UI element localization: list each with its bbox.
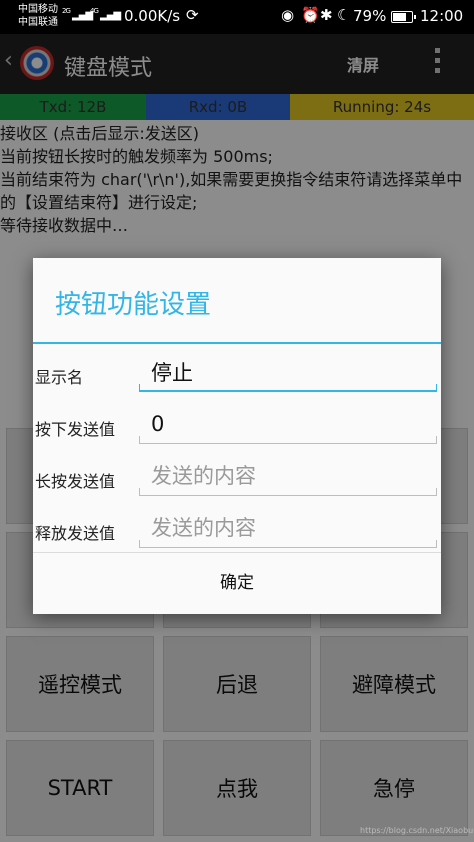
long-press-value-label: 长按发送值: [35, 472, 116, 491]
sync-icon: ⟳: [186, 6, 199, 24]
eye-icon: ◉: [281, 6, 295, 24]
dialog-title: 按钮功能设置: [55, 290, 212, 320]
signal-icon-2: ▂▄▆: [100, 10, 121, 21]
confirm-button[interactable]: 确定: [33, 553, 441, 613]
watermark: https://blog.csdn.net/Xiaobu0222: [360, 826, 474, 835]
clock: 12:00: [420, 7, 464, 25]
press-value-underline: [139, 436, 437, 444]
carrier-labels: 中国移动 中国联通: [18, 3, 58, 29]
alarm-icon: ⏰: [301, 6, 320, 24]
carrier-2: 中国联通: [18, 17, 58, 28]
moon-icon: ☾: [337, 6, 351, 24]
net-type-2: 4G: [90, 7, 99, 15]
battery-percent: 79%: [353, 7, 387, 25]
network-speed: 0.00K/s: [124, 7, 181, 25]
net-type-1: 2G: [62, 7, 71, 15]
status-bar: 中国移动 中国联通 2G ▂▄▆ 4G ▂▄▆ 0.00K/s ⟳ ◉ ⏰ ✱ …: [0, 0, 474, 34]
long-press-value-underline: [139, 488, 437, 496]
display-name-label: 显示名: [35, 368, 84, 387]
battery-fill: [393, 13, 407, 21]
button-settings-dialog: 按钮功能设置 显示名 按下发送值 长按发送值 释放发送值 确定: [33, 258, 441, 614]
bluetooth-icon: ✱: [320, 6, 333, 24]
press-value-label: 按下发送值: [35, 420, 116, 439]
carrier-1: 中国移动: [18, 4, 58, 15]
battery-icon: [391, 11, 416, 23]
dialog-title-divider: [33, 342, 441, 344]
display-name-underline: [139, 384, 437, 392]
release-value-label: 释放发送值: [35, 524, 116, 543]
release-value-underline: [139, 540, 437, 548]
